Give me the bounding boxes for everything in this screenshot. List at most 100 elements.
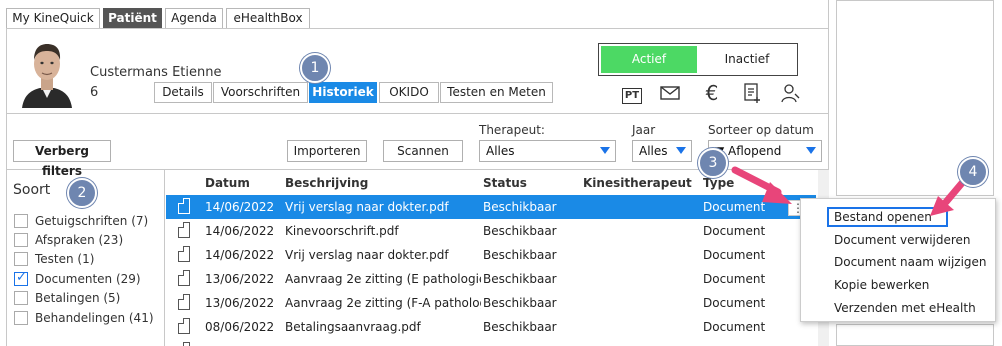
table-row[interactable]: 08/06/2022 Betalingsaanvraag.pdf Beschik…: [166, 315, 816, 339]
document-icon: [178, 318, 190, 334]
cell-description: Vrij verslag naar dokter.pdf: [285, 200, 449, 214]
table-row-partial[interactable]: [166, 339, 816, 346]
cell-date: 14/06/2022: [205, 200, 275, 214]
cell-description: Vrij verslag naar dokter.pdf: [285, 248, 449, 262]
euro-icon[interactable]: €: [701, 82, 723, 104]
cell-date: 13/06/2022: [205, 272, 275, 286]
filter-label: Getuigschriften (7): [35, 214, 149, 228]
cell-description: Aanvraag 2e zitting (E pathologie).pdf: [285, 272, 481, 286]
status-inactief[interactable]: Inactief: [699, 46, 795, 73]
frame-top-border: [6, 28, 829, 29]
menu-item-open-file[interactable]: Bestand openen: [827, 207, 948, 227]
checkbox[interactable]: [14, 233, 28, 247]
top-tab-agenda[interactable]: Agenda: [165, 8, 223, 29]
tab-voorschriften[interactable]: Voorschriften: [213, 82, 308, 103]
tab-okido[interactable]: OKIDO: [379, 82, 439, 103]
annotation-badge-3: 3: [698, 148, 728, 178]
checkbox[interactable]: [14, 291, 28, 305]
chevron-down-icon: [806, 147, 816, 154]
cell-type: Document: [703, 224, 766, 238]
document-icon: [178, 246, 190, 262]
menu-item-send-ehealth[interactable]: Verzenden met eHealth: [834, 301, 976, 315]
patient-name: Custermans Etienne: [90, 65, 222, 80]
cell-status: Beschikbaar: [483, 200, 557, 214]
pt-icon-label: PT: [621, 88, 643, 104]
annotation-badge-2: 2: [67, 178, 97, 208]
year-select[interactable]: Alles: [632, 140, 692, 162]
tab-historiek[interactable]: Historiek: [309, 82, 377, 103]
top-tab-ehealthbox[interactable]: eHealthBox: [226, 8, 310, 29]
column-header-datum[interactable]: Datum: [205, 176, 250, 190]
frame-left-border: [6, 28, 7, 346]
import-button[interactable]: Importeren: [287, 140, 367, 162]
document-add-icon[interactable]: [741, 82, 763, 104]
scan-button[interactable]: Scannen: [383, 140, 463, 162]
cell-description: Kinevoorschrift.pdf: [285, 224, 399, 238]
table-row[interactable]: 13/06/2022 Aanvraag 2e zitting (F-A path…: [166, 291, 816, 315]
filter-label: Betalingen (5): [35, 291, 121, 305]
cell-status: Beschikbaar: [483, 272, 557, 286]
status-toggle[interactable]: Actief Inactief: [598, 43, 798, 76]
top-tab-my-kinequick[interactable]: My KineQuick: [6, 8, 100, 29]
column-header-beschrijving[interactable]: Beschrijving: [285, 176, 368, 190]
menu-item-edit-copy[interactable]: Kopie bewerken: [834, 278, 929, 292]
cell-date: 14/06/2022: [205, 248, 275, 262]
cell-type: Document: [703, 248, 766, 262]
sort-label: Sorteer op datum: [708, 123, 814, 137]
chevron-down-icon: [600, 147, 610, 154]
column-header-type[interactable]: Type: [703, 176, 734, 190]
year-label: Jaar: [632, 123, 656, 137]
header-divider: [6, 113, 829, 114]
mail-icon[interactable]: [659, 82, 681, 104]
therapist-label: Therapeut:: [479, 123, 545, 137]
filter-label: Documenten (29): [35, 272, 141, 286]
right-panel-bottom: [836, 324, 994, 346]
document-icon: [178, 270, 190, 286]
checkbox[interactable]: [14, 252, 28, 266]
tab-details[interactable]: Details: [154, 82, 212, 103]
column-header-status[interactable]: Status: [483, 176, 527, 190]
cell-date: 13/06/2022: [205, 296, 275, 310]
column-header-kinesitherapeut[interactable]: Kinesitherapeut: [583, 176, 692, 190]
document-icon: [178, 294, 190, 310]
cell-description: Betalingsaanvraag.pdf: [285, 320, 421, 334]
annotation-badge-4: 4: [958, 157, 988, 187]
cell-status: Beschikbaar: [483, 296, 557, 310]
top-tab-patient[interactable]: Patiënt: [103, 8, 162, 29]
table-row[interactable]: 14/06/2022 Vrij verslag naar dokter.pdf …: [166, 243, 816, 267]
cell-type: Document: [703, 272, 766, 286]
cell-date: 14/06/2022: [205, 224, 275, 238]
cell-status: Beschikbaar: [483, 320, 557, 334]
table-row[interactable]: 14/06/2022 Vrij verslag naar dokter.pdf …: [166, 195, 816, 219]
therapist-select[interactable]: Alles: [479, 140, 616, 162]
checkbox[interactable]: [14, 311, 28, 325]
soort-title: Soort: [13, 182, 51, 198]
document-icon: [178, 222, 190, 238]
context-menu: Bestand openen Document verwijderen Docu…: [800, 198, 996, 322]
pt-icon[interactable]: PT: [621, 82, 643, 104]
document-icon: [178, 198, 190, 214]
patient-number: 6: [90, 85, 99, 100]
filter-label: Afspraken (23): [35, 233, 124, 247]
checkbox[interactable]: [14, 214, 28, 228]
patient-avatar: [18, 38, 76, 108]
person-icon[interactable]: [779, 82, 801, 104]
cell-status: Beschikbaar: [483, 224, 557, 238]
therapist-value: Alles: [486, 144, 515, 158]
annotation-badge-1: 1: [300, 53, 330, 83]
document-icon: [178, 342, 190, 346]
table-row[interactable]: 13/06/2022 Aanvraag 2e zitting (E pathol…: [166, 267, 816, 291]
list-divider: [164, 169, 165, 346]
chevron-down-icon: [676, 147, 686, 154]
hide-filters-button[interactable]: Verberg filters: [13, 140, 111, 178]
filter-label: Behandelingen (41): [35, 311, 154, 325]
tab-testen-en-meten[interactable]: Testen en Meten: [440, 82, 553, 103]
table-row[interactable]: 14/06/2022 Kinevoorschrift.pdf Beschikba…: [166, 219, 816, 243]
status-actief[interactable]: Actief: [601, 46, 697, 73]
filter-label: Testen (1): [35, 252, 95, 266]
checkbox-checked[interactable]: [14, 270, 28, 286]
cell-status: Beschikbaar: [483, 248, 557, 262]
menu-item-delete-document[interactable]: Document verwijderen: [834, 233, 971, 247]
cell-type: Document: [703, 320, 766, 334]
menu-item-rename-document[interactable]: Document naam wijzigen: [834, 255, 987, 269]
